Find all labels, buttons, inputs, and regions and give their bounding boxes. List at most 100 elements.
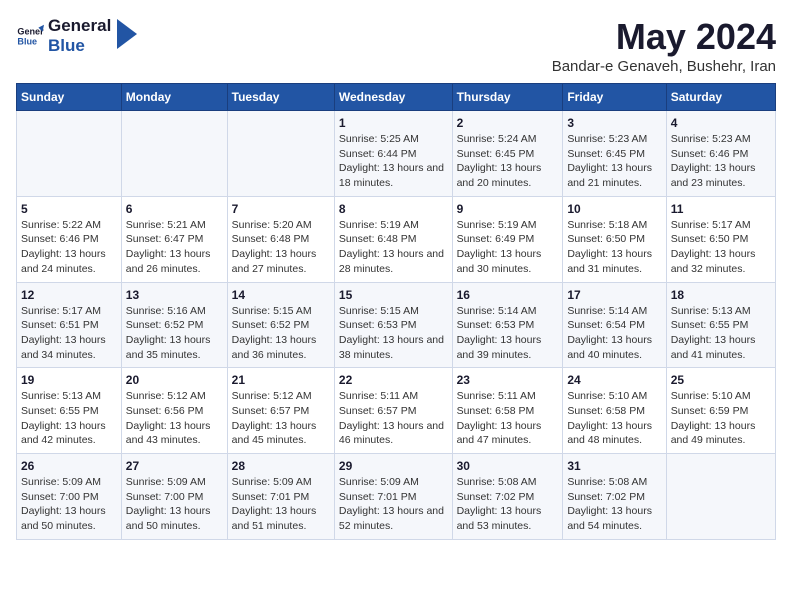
- day-number: 9: [457, 202, 559, 216]
- day-info: Sunrise: 5:09 AMSunset: 7:00 PMDaylight:…: [126, 475, 223, 534]
- day-info: Sunrise: 5:12 AMSunset: 6:57 PMDaylight:…: [232, 389, 330, 448]
- day-number: 17: [567, 288, 661, 302]
- week-row-5: 26 Sunrise: 5:09 AMSunset: 7:00 PMDayligh…: [17, 454, 776, 540]
- calendar-cell: 11 Sunrise: 5:17 AMSunset: 6:50 PMDayligh…: [666, 196, 775, 282]
- week-row-2: 5Sunrise: 5:22 AMSunset: 6:46 PMDaylight…: [17, 196, 776, 282]
- calendar-cell: 16Sunrise: 5:14 AMSunset: 6:53 PMDayligh…: [452, 282, 563, 368]
- day-number: 29: [339, 459, 448, 473]
- day-header-thursday: Thursday: [452, 84, 563, 111]
- day-info: Sunrise: 5:14 AMSunset: 6:54 PMDaylight:…: [567, 304, 661, 363]
- day-header-tuesday: Tuesday: [227, 84, 334, 111]
- day-header-sunday: Sunday: [17, 84, 122, 111]
- day-info: Sunrise: 5:19 AMSunset: 6:49 PMDaylight:…: [457, 218, 559, 277]
- day-number: 6: [126, 202, 223, 216]
- day-number: 18: [671, 288, 771, 302]
- day-info: Sunrise: 5:21 AMSunset: 6:47 PMDaylight:…: [126, 218, 223, 277]
- calendar-cell: 3 Sunrise: 5:23 AMSunset: 6:45 PMDaylight…: [563, 111, 666, 197]
- calendar-cell: 24 Sunrise: 5:10 AMSunset: 6:58 PMDayligh…: [563, 368, 666, 454]
- day-number: 30: [457, 459, 559, 473]
- calendar-cell: 31Sunrise: 5:08 AMSunset: 7:02 PMDayligh…: [563, 454, 666, 540]
- day-info: Sunrise: 5:08 AMSunset: 7:02 PMDaylight:…: [567, 475, 661, 534]
- day-info: Sunrise: 5:09 AMSunset: 7:00 PMDaylight:…: [21, 475, 117, 534]
- title-area: May 2024 Bandar-e Genaveh, Bushehr, Iran: [552, 16, 776, 75]
- day-info: Sunrise: 5:09 AMSunset: 7:01 PMDaylight:…: [339, 475, 448, 534]
- calendar-cell: 20 Sunrise: 5:12 AMSunset: 6:56 PMDayligh…: [121, 368, 227, 454]
- day-number: 1: [339, 116, 448, 130]
- calendar-cell: 9 Sunrise: 5:19 AMSunset: 6:49 PMDaylight…: [452, 196, 563, 282]
- day-info: Sunrise: 5:10 AMSunset: 6:58 PMDaylight:…: [567, 389, 661, 448]
- week-row-4: 19Sunrise: 5:13 AMSunset: 6:55 PMDayligh…: [17, 368, 776, 454]
- calendar-cell: 25Sunrise: 5:10 AMSunset: 6:59 PMDayligh…: [666, 368, 775, 454]
- day-info: Sunrise: 5:17 AMSunset: 6:50 PMDaylight:…: [671, 218, 771, 277]
- day-header-wednesday: Wednesday: [334, 84, 452, 111]
- day-info: Sunrise: 5:15 AMSunset: 6:52 PMDaylight:…: [232, 304, 330, 363]
- day-number: 28: [232, 459, 330, 473]
- day-number: 22: [339, 373, 448, 387]
- calendar-cell: [121, 111, 227, 197]
- calendar-cell: 5Sunrise: 5:22 AMSunset: 6:46 PMDaylight…: [17, 196, 122, 282]
- day-info: Sunrise: 5:19 AMSunset: 6:48 PMDaylight:…: [339, 218, 448, 277]
- calendar-cell: 6 Sunrise: 5:21 AMSunset: 6:47 PMDaylight…: [121, 196, 227, 282]
- day-number: 12: [21, 288, 117, 302]
- day-info: Sunrise: 5:09 AMSunset: 7:01 PMDaylight:…: [232, 475, 330, 534]
- logo-arrow-icon: [117, 19, 137, 49]
- calendar-cell: 14 Sunrise: 5:15 AMSunset: 6:52 PMDayligh…: [227, 282, 334, 368]
- calendar-cell: 27 Sunrise: 5:09 AMSunset: 7:00 PMDayligh…: [121, 454, 227, 540]
- calendar-cell: 23 Sunrise: 5:11 AMSunset: 6:58 PMDayligh…: [452, 368, 563, 454]
- day-info: Sunrise: 5:16 AMSunset: 6:52 PMDaylight:…: [126, 304, 223, 363]
- calendar-cell: [17, 111, 122, 197]
- day-info: Sunrise: 5:12 AMSunset: 6:56 PMDaylight:…: [126, 389, 223, 448]
- calendar-cell: 7 Sunrise: 5:20 AMSunset: 6:48 PMDaylight…: [227, 196, 334, 282]
- week-row-3: 12 Sunrise: 5:17 AMSunset: 6:51 PMDayligh…: [17, 282, 776, 368]
- day-number: 11: [671, 202, 771, 216]
- day-number: 3: [567, 116, 661, 130]
- calendar-cell: 19Sunrise: 5:13 AMSunset: 6:55 PMDayligh…: [17, 368, 122, 454]
- calendar-cell: [227, 111, 334, 197]
- day-info: Sunrise: 5:23 AMSunset: 6:46 PMDaylight:…: [671, 132, 771, 191]
- day-number: 21: [232, 373, 330, 387]
- calendar-cell: [666, 454, 775, 540]
- calendar-title: May 2024: [552, 16, 776, 58]
- day-info: Sunrise: 5:23 AMSunset: 6:45 PMDaylight:…: [567, 132, 661, 191]
- day-number: 27: [126, 459, 223, 473]
- logo-icon: General Blue: [16, 22, 44, 50]
- day-number: 20: [126, 373, 223, 387]
- day-number: 10: [567, 202, 661, 216]
- header: General Blue General Blue May 2024 Banda…: [16, 16, 776, 75]
- logo: General Blue General Blue: [16, 16, 137, 56]
- calendar-cell: 30 Sunrise: 5:08 AMSunset: 7:02 PMDayligh…: [452, 454, 563, 540]
- svg-text:Blue: Blue: [17, 36, 37, 46]
- logo-blue: Blue: [48, 36, 85, 55]
- day-info: Sunrise: 5:18 AMSunset: 6:50 PMDaylight:…: [567, 218, 661, 277]
- day-number: 24: [567, 373, 661, 387]
- day-info: Sunrise: 5:13 AMSunset: 6:55 PMDaylight:…: [671, 304, 771, 363]
- day-info: Sunrise: 5:20 AMSunset: 6:48 PMDaylight:…: [232, 218, 330, 277]
- day-header-saturday: Saturday: [666, 84, 775, 111]
- day-number: 8: [339, 202, 448, 216]
- calendar-cell: 18 Sunrise: 5:13 AMSunset: 6:55 PMDayligh…: [666, 282, 775, 368]
- day-number: 13: [126, 288, 223, 302]
- day-number: 5: [21, 202, 117, 216]
- day-info: Sunrise: 5:17 AMSunset: 6:51 PMDaylight:…: [21, 304, 117, 363]
- calendar-cell: 28 Sunrise: 5:09 AMSunset: 7:01 PMDayligh…: [227, 454, 334, 540]
- day-number: 23: [457, 373, 559, 387]
- day-info: Sunrise: 5:08 AMSunset: 7:02 PMDaylight:…: [457, 475, 559, 534]
- calendar-cell: 13 Sunrise: 5:16 AMSunset: 6:52 PMDayligh…: [121, 282, 227, 368]
- calendar-cell: 26 Sunrise: 5:09 AMSunset: 7:00 PMDayligh…: [17, 454, 122, 540]
- day-info: Sunrise: 5:15 AMSunset: 6:53 PMDaylight:…: [339, 304, 448, 363]
- day-number: 7: [232, 202, 330, 216]
- calendar-cell: 22Sunrise: 5:11 AMSunset: 6:57 PMDayligh…: [334, 368, 452, 454]
- calendar-cell: 12 Sunrise: 5:17 AMSunset: 6:51 PMDayligh…: [17, 282, 122, 368]
- day-number: 26: [21, 459, 117, 473]
- day-info: Sunrise: 5:24 AMSunset: 6:45 PMDaylight:…: [457, 132, 559, 191]
- calendar-cell: 10 Sunrise: 5:18 AMSunset: 6:50 PMDayligh…: [563, 196, 666, 282]
- week-row-1: 1Sunrise: 5:25 AMSunset: 6:44 PMDaylight…: [17, 111, 776, 197]
- logo-general: General: [48, 16, 111, 36]
- day-number: 2: [457, 116, 559, 130]
- calendar-cell: 15 Sunrise: 5:15 AMSunset: 6:53 PMDayligh…: [334, 282, 452, 368]
- day-number: 15: [339, 288, 448, 302]
- day-number: 14: [232, 288, 330, 302]
- day-info: Sunrise: 5:10 AMSunset: 6:59 PMDaylight:…: [671, 389, 771, 448]
- day-number: 19: [21, 373, 117, 387]
- day-info: Sunrise: 5:11 AMSunset: 6:58 PMDaylight:…: [457, 389, 559, 448]
